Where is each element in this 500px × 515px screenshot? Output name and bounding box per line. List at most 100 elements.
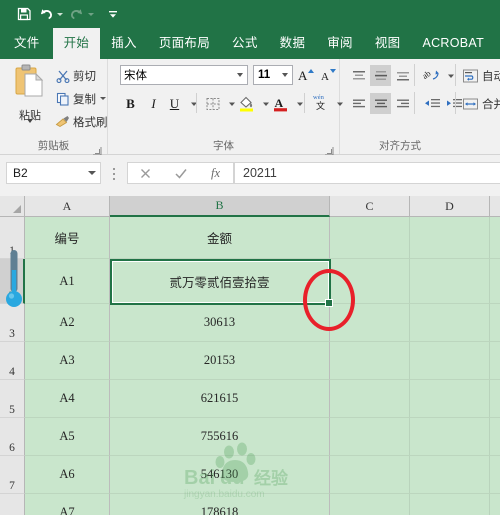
row-header-7[interactable]: 7 [0, 456, 25, 494]
name-box-caret[interactable] [84, 163, 100, 183]
merge-center-button[interactable]: 合并后居中 [462, 93, 500, 115]
formula-input[interactable]: 20211 [234, 162, 500, 184]
cell-D3[interactable] [410, 304, 490, 342]
cell-E2[interactable] [490, 259, 500, 304]
cell-A3[interactable]: A2 [25, 304, 110, 342]
cell-D1[interactable] [410, 217, 490, 259]
font-size-caret[interactable] [278, 66, 292, 84]
shrink-font-button[interactable]: A [319, 65, 339, 85]
underline-button[interactable]: U [164, 93, 185, 114]
font-color-button[interactable]: A [270, 93, 291, 114]
grow-font-button[interactable]: A [297, 65, 317, 85]
cell-E6[interactable] [490, 418, 500, 456]
tab-review[interactable]: 审阅 [316, 28, 364, 59]
align-left-button[interactable] [348, 93, 369, 114]
row-header-6[interactable]: 6 [0, 418, 25, 456]
tab-insert[interactable]: 插入 [100, 28, 148, 59]
name-box[interactable]: B2 [6, 162, 101, 184]
cell-E5[interactable] [490, 380, 500, 418]
tab-file[interactable]: 文件 [0, 28, 53, 59]
phonetic-guide-button[interactable]: wén 文 [309, 91, 330, 112]
tab-page-layout[interactable]: 页面布局 [148, 28, 221, 59]
cell-B3[interactable]: 30613 [110, 304, 330, 342]
cell-A7[interactable]: A6 [25, 456, 110, 494]
row-header-8[interactable]: 8 [0, 494, 25, 515]
insert-function-button[interactable]: fx [198, 163, 233, 183]
redo-dropdown-caret[interactable] [88, 12, 94, 16]
borders-button[interactable] [202, 93, 223, 114]
cell-C3[interactable] [330, 304, 410, 342]
tab-data[interactable]: 数据 [269, 28, 317, 59]
wrap-text-button[interactable]: 自动换行 [462, 65, 500, 87]
cell-A2[interactable]: A1 [25, 259, 110, 304]
cell-C6[interactable] [330, 418, 410, 456]
cell-E8[interactable] [490, 494, 500, 515]
cell-C1[interactable] [330, 217, 410, 259]
redo-button[interactable] [69, 3, 94, 25]
cell-A5[interactable]: A4 [25, 380, 110, 418]
cell-C8[interactable] [330, 494, 410, 515]
fill-handle[interactable] [325, 299, 333, 307]
cell-B7[interactable]: 546130 [110, 456, 330, 494]
cell-B2[interactable]: 贰万零贰佰壹拾壹 [110, 259, 330, 304]
orientation-dropdown-caret[interactable] [440, 65, 461, 86]
cell-C4[interactable] [330, 342, 410, 380]
align-center-button[interactable] [370, 93, 391, 114]
cell-E7[interactable] [490, 456, 500, 494]
paste-dropdown-caret[interactable] [27, 119, 33, 140]
cell-C5[interactable] [330, 380, 410, 418]
cell-E4[interactable] [490, 342, 500, 380]
cell-B4[interactable]: 20153 [110, 342, 330, 380]
cell-B5[interactable]: 621615 [110, 380, 330, 418]
cell-D2[interactable] [410, 259, 490, 304]
cell-D8[interactable] [410, 494, 490, 515]
orientation-button[interactable]: ab [421, 65, 442, 86]
clipboard-dialog-launcher[interactable] [93, 143, 102, 156]
align-right-button[interactable] [392, 93, 413, 114]
font-size-combo[interactable]: 11 [253, 65, 293, 85]
cell-A1[interactable]: 编号 [25, 217, 110, 259]
underline-dropdown-caret[interactable] [183, 93, 204, 114]
fill-color-button[interactable] [236, 93, 257, 114]
customize-qat-button[interactable] [106, 3, 120, 25]
cell-E1[interactable] [490, 217, 500, 259]
cancel-formula-button[interactable] [128, 163, 163, 183]
font-color-dropdown-caret[interactable] [289, 93, 310, 114]
cell-C2[interactable] [330, 259, 410, 304]
decrease-indent-button[interactable] [421, 93, 442, 114]
tab-acrobat[interactable]: ACROBAT [411, 28, 495, 59]
increase-indent-button[interactable] [443, 93, 464, 114]
tab-home[interactable]: 开始 [52, 28, 101, 59]
cut-button[interactable]: 剪切 [54, 66, 96, 85]
undo-button[interactable] [38, 3, 63, 25]
row-header-2[interactable]: 2 [0, 259, 25, 304]
align-middle-button[interactable] [370, 65, 391, 86]
italic-button[interactable]: I [143, 93, 164, 114]
cell-A4[interactable]: A3 [25, 342, 110, 380]
save-button[interactable] [16, 3, 32, 25]
font-name-combo[interactable]: 宋体 [120, 65, 248, 85]
cell-D5[interactable] [410, 380, 490, 418]
cell-D4[interactable] [410, 342, 490, 380]
copy-button[interactable]: 复制 [54, 89, 106, 108]
row-header-1[interactable]: 1 [0, 217, 25, 259]
column-header-a[interactable]: A [25, 196, 110, 217]
align-bottom-button[interactable] [392, 65, 413, 86]
cell-B8[interactable]: 178618 [110, 494, 330, 515]
cell-C7[interactable] [330, 456, 410, 494]
format-painter-button[interactable]: 格式刷 [54, 112, 108, 131]
tab-view[interactable]: 视图 [364, 28, 412, 59]
cell-B6[interactable]: 755616 [110, 418, 330, 456]
copy-dropdown-caret[interactable] [100, 97, 106, 100]
column-header-b[interactable]: B [110, 196, 330, 217]
paste-button[interactable]: 粘贴 [8, 63, 52, 140]
column-header-d[interactable]: D [410, 196, 490, 217]
cell-D7[interactable] [410, 456, 490, 494]
row-header-4[interactable]: 4 [0, 342, 25, 380]
cell-E3[interactable] [490, 304, 500, 342]
tab-formulas[interactable]: 公式 [221, 28, 269, 59]
row-header-5[interactable]: 5 [0, 380, 25, 418]
cell-A6[interactable]: A5 [25, 418, 110, 456]
select-all-button[interactable] [0, 196, 25, 217]
align-top-button[interactable] [348, 65, 369, 86]
